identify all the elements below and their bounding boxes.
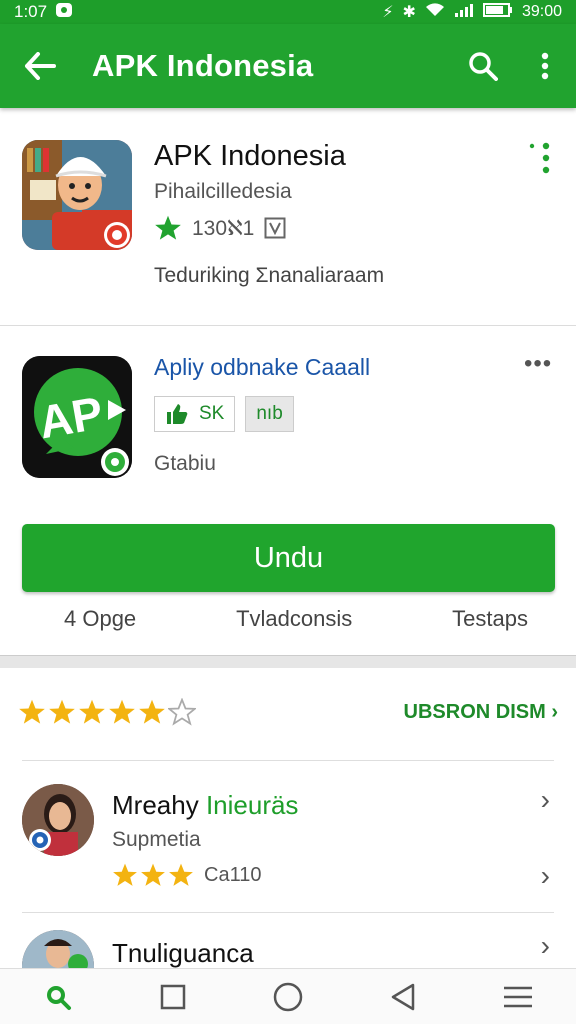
search-icon bbox=[469, 52, 498, 81]
search-button[interactable] bbox=[452, 24, 514, 108]
status-time-right: 39:00 bbox=[521, 3, 562, 20]
app-developer-primary: Pihailcilledesia bbox=[154, 180, 292, 203]
app-name-primary: APK Indonesia bbox=[154, 140, 346, 172]
ratings-link-label: UBSRON DISM bbox=[403, 700, 546, 723]
install-button[interactable]: Undu bbox=[22, 524, 555, 592]
avatar bbox=[22, 930, 94, 968]
review-divider bbox=[22, 760, 554, 761]
chevron-right-icon: › bbox=[540, 930, 550, 961]
star-icon bbox=[155, 215, 181, 240]
stat-item: Tvladconsis bbox=[236, 606, 353, 631]
home-button[interactable] bbox=[258, 969, 318, 1025]
ratings-link[interactable]: UBSRON DISM › bbox=[404, 701, 558, 724]
star-icon bbox=[19, 699, 45, 724]
chevron-right-icon: › bbox=[551, 700, 558, 723]
app-icon-detail: AP bbox=[22, 356, 132, 478]
star-outline-icon bbox=[168, 698, 196, 726]
star-icon bbox=[169, 863, 193, 886]
avatar bbox=[22, 784, 94, 856]
tag-badge[interactable]: nıb bbox=[245, 396, 294, 432]
stat-item: Testaps bbox=[452, 606, 528, 631]
system-nav-bar bbox=[0, 968, 576, 1024]
reviewer-subtitle: Supmetia bbox=[112, 828, 201, 851]
status-bar: 1:07 ⚡ ✱ 39:00 bbox=[0, 0, 576, 24]
reviewer-name: Tnuliguanca bbox=[112, 938, 254, 968]
notification-icon bbox=[55, 2, 73, 23]
review-item[interactable]: Tnuliguanca › bbox=[22, 930, 554, 968]
status-time-left: 1:07 bbox=[14, 2, 48, 21]
badge-row: SK nıb bbox=[154, 396, 294, 432]
reviewer-name-highlight: Inieuräs bbox=[205, 790, 299, 820]
rating-stars bbox=[18, 698, 196, 726]
star-icon bbox=[79, 699, 105, 724]
app-rating-primary: 130ℵ1 bbox=[154, 214, 286, 242]
arrow-left-icon bbox=[25, 52, 56, 80]
page-title: APK Indonesia bbox=[92, 48, 314, 83]
battery-icon bbox=[482, 2, 513, 22]
section-divider bbox=[0, 656, 576, 668]
chevron-right-icon: › bbox=[540, 860, 550, 891]
chevron-right-icon: › bbox=[540, 784, 550, 815]
review-stars: Ca110 bbox=[112, 862, 261, 888]
reviewer-name: Mreahy Inieuräs bbox=[112, 790, 298, 821]
like-badge-label: SK bbox=[199, 403, 225, 424]
app-subtitle-detail: Apliy odbnake Caaall bbox=[154, 354, 371, 380]
more-options-button[interactable]: ••• bbox=[524, 350, 552, 378]
content-rating-icon bbox=[264, 217, 286, 239]
square-icon bbox=[160, 984, 186, 1009]
like-badge[interactable]: SK bbox=[154, 396, 236, 432]
app-description-primary: Teduriking Ʃnanaliaraam bbox=[154, 264, 385, 287]
rating-count: 130ℵ1 bbox=[192, 216, 255, 240]
triangle-back-icon bbox=[391, 983, 415, 1010]
more-vert-green-icon bbox=[529, 142, 550, 174]
recents-button[interactable] bbox=[143, 969, 203, 1025]
review-item[interactable]: Mreahy Inieuräs Supmetia Ca110 › › bbox=[22, 784, 554, 894]
thumbs-up-icon bbox=[167, 404, 188, 424]
star-icon bbox=[49, 699, 75, 724]
search-icon bbox=[46, 985, 71, 1010]
rating-summary: UBSRON DISM › bbox=[18, 692, 558, 732]
circle-icon bbox=[273, 982, 303, 1011]
review-divider bbox=[22, 912, 554, 913]
menu-nav-button[interactable] bbox=[488, 969, 548, 1025]
star-icon bbox=[139, 699, 165, 724]
hamburger-icon bbox=[504, 986, 533, 1007]
more-vert-icon bbox=[541, 52, 549, 80]
app-icon-primary bbox=[22, 140, 132, 250]
app-options-button[interactable] bbox=[526, 140, 556, 176]
overflow-menu-button[interactable] bbox=[514, 24, 576, 108]
nav-search-button[interactable] bbox=[28, 969, 88, 1025]
bluetooth-icon: ✱ bbox=[402, 4, 416, 21]
vibrate-icon: ⚡ bbox=[382, 4, 394, 21]
app-status-detail: Gtabiu bbox=[154, 452, 216, 475]
review-stars-label: Ca110 bbox=[204, 863, 262, 886]
stat-item: 4 Opge bbox=[64, 606, 137, 631]
back-nav-button[interactable] bbox=[373, 969, 433, 1025]
star-icon bbox=[113, 863, 137, 886]
stats-row: 4 Opge Tvladconsis Testaps bbox=[0, 606, 576, 646]
signal-icon bbox=[454, 3, 474, 22]
star-icon bbox=[109, 699, 135, 724]
tag-badge-label: nıb bbox=[256, 403, 283, 424]
back-button[interactable] bbox=[0, 24, 80, 108]
wifi-icon bbox=[425, 2, 445, 22]
reviewer-name-main: Mreahy bbox=[112, 790, 199, 820]
star-icon bbox=[141, 863, 165, 886]
svg-text:AP: AP bbox=[35, 386, 107, 448]
app-bar: APK Indonesia bbox=[0, 24, 576, 108]
